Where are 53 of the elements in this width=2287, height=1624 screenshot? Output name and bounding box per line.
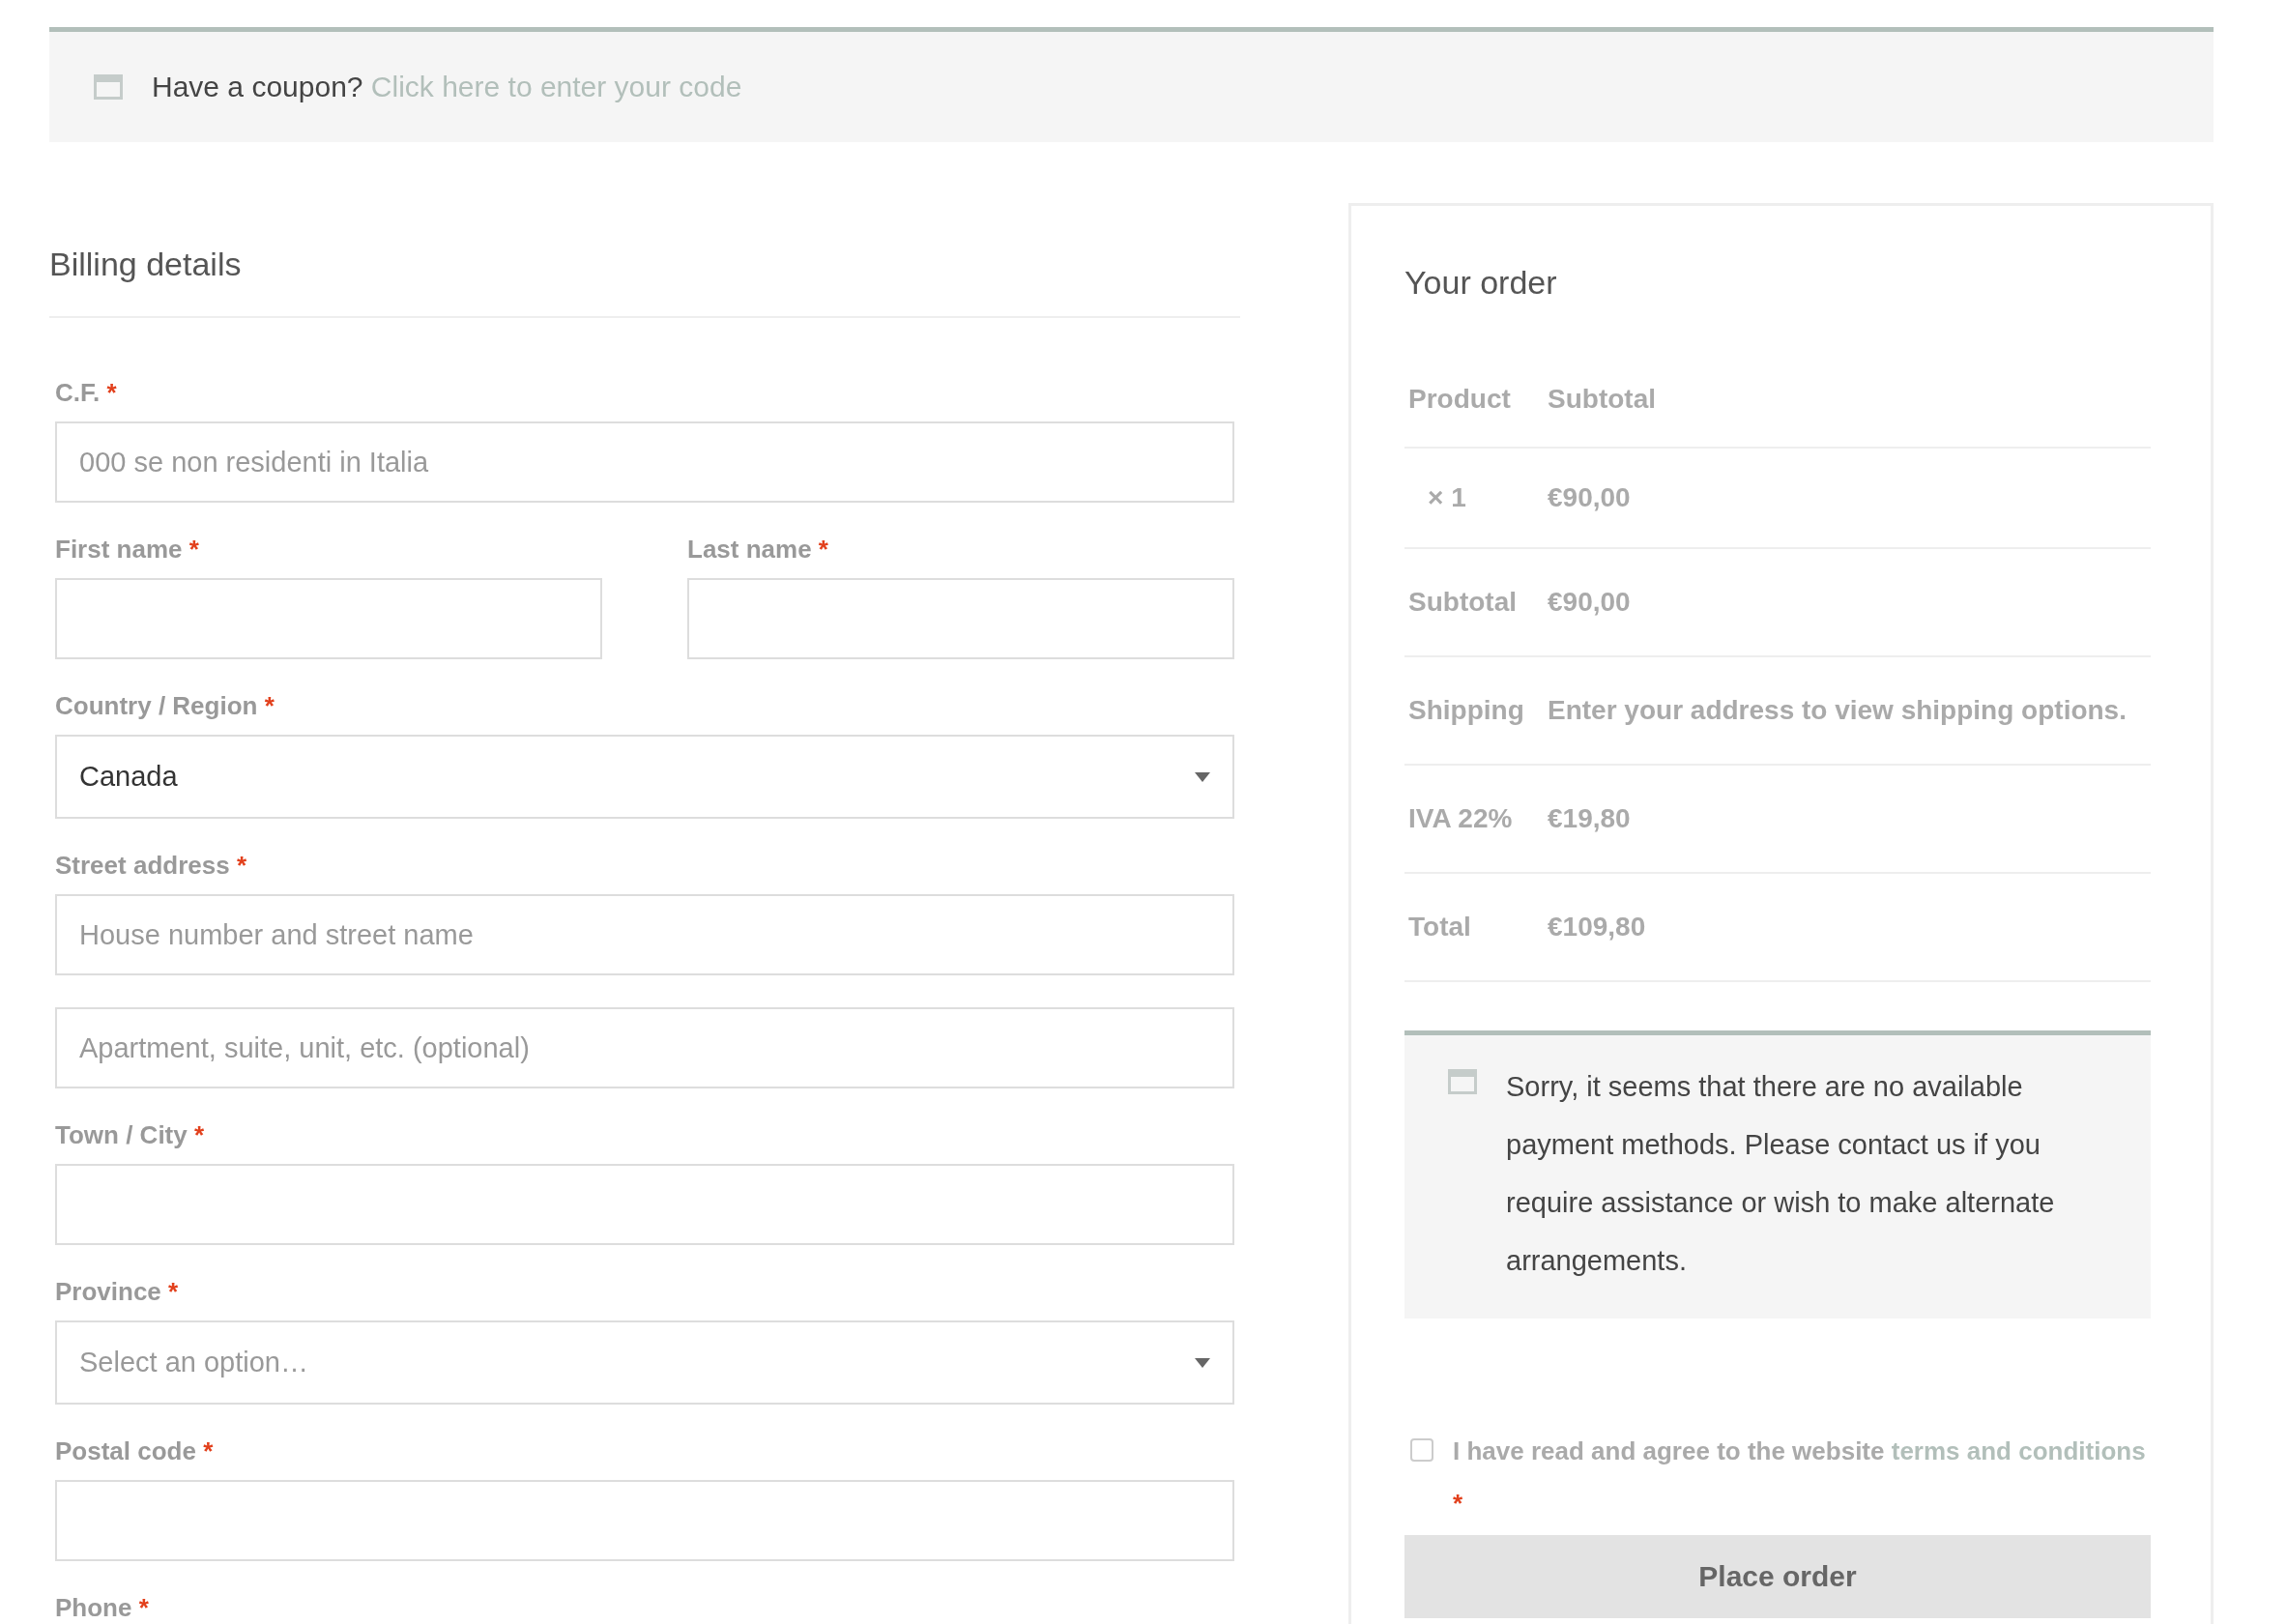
caret-icon bbox=[1195, 1357, 1210, 1368]
select-field[interactable]: Canada bbox=[55, 735, 1234, 819]
field-label: Phone * bbox=[55, 1593, 150, 1623]
select-field[interactable]: Select an option… bbox=[55, 1320, 1234, 1405]
window-icon bbox=[1448, 1069, 1477, 1094]
required-asterisk: * bbox=[818, 535, 828, 564]
caret-icon bbox=[1195, 771, 1210, 782]
required-asterisk: * bbox=[193, 1120, 205, 1149]
required-asterisk: * bbox=[188, 535, 199, 564]
table-cell-text: Shipping bbox=[1408, 695, 1525, 726]
table-cell-text: IVA 22% bbox=[1408, 803, 1514, 834]
input-field[interactable] bbox=[55, 1164, 1234, 1245]
required-asterisk: * bbox=[1453, 1489, 1463, 1518]
field-label: Town / City * bbox=[55, 1120, 206, 1150]
notice-text: Sorry, it seems that there are no available payment methods. Please contact us if you require assistance or wish to make alternate arrangements. bbox=[1506, 1070, 2056, 1278]
coupon-text: Have a coupon? Click here to enter your code bbox=[152, 71, 742, 103]
place-order-button[interactable]: Place order bbox=[1404, 1535, 2151, 1618]
field-label: Last name * bbox=[687, 535, 829, 565]
section-title: Your order bbox=[1404, 264, 1558, 302]
column-header: Subtotal bbox=[1548, 384, 1657, 415]
input-field[interactable] bbox=[687, 578, 1234, 659]
table-cell-text: Enter your address to view shipping options. bbox=[1548, 695, 2128, 726]
field-label: Province * bbox=[55, 1277, 180, 1307]
column-header: Product bbox=[1408, 384, 1512, 415]
required-asterisk: * bbox=[203, 1436, 214, 1465]
field-label: C.F. * bbox=[55, 378, 118, 408]
required-asterisk: * bbox=[236, 851, 246, 880]
table-cell-text: €19,80 bbox=[1548, 803, 1632, 834]
field-label: First name * bbox=[55, 535, 200, 565]
table-cell-text: × 1 bbox=[1427, 482, 1467, 513]
required-asterisk: * bbox=[138, 1593, 149, 1622]
terms-text: I have read and agree to the website terms and conditions * bbox=[1453, 1436, 2147, 1520]
input-field[interactable]: 000 se non residenti in Italia bbox=[55, 421, 1234, 503]
table-cell-text: Total bbox=[1408, 912, 1472, 942]
table-cell-text: Subtotal bbox=[1408, 587, 1518, 618]
required-asterisk: * bbox=[264, 691, 275, 720]
table-cell-text: €90,00 bbox=[1548, 587, 1632, 618]
terms-checkbox[interactable] bbox=[1410, 1438, 1433, 1462]
field-label: Postal code * bbox=[55, 1436, 215, 1466]
terms-link[interactable]: terms and conditions bbox=[1891, 1436, 2146, 1465]
field-label: Country / Region * bbox=[55, 691, 275, 721]
required-asterisk: * bbox=[168, 1277, 179, 1306]
input-field[interactable]: House number and street name bbox=[55, 894, 1234, 975]
table-cell-text: €109,80 bbox=[1548, 912, 1647, 942]
input-field[interactable]: Apartment, suite, unit, etc. (optional) bbox=[55, 1007, 1234, 1088]
window-icon bbox=[94, 74, 123, 100]
required-asterisk: * bbox=[106, 378, 117, 407]
section-title: Billing details bbox=[49, 203, 1240, 318]
coupon-link[interactable]: Click here to enter your code bbox=[370, 71, 742, 102]
input-field[interactable] bbox=[55, 578, 602, 659]
field-label: Street address * bbox=[55, 851, 247, 881]
input-field[interactable] bbox=[55, 1480, 1234, 1561]
table-cell-text: €90,00 bbox=[1548, 482, 1632, 513]
